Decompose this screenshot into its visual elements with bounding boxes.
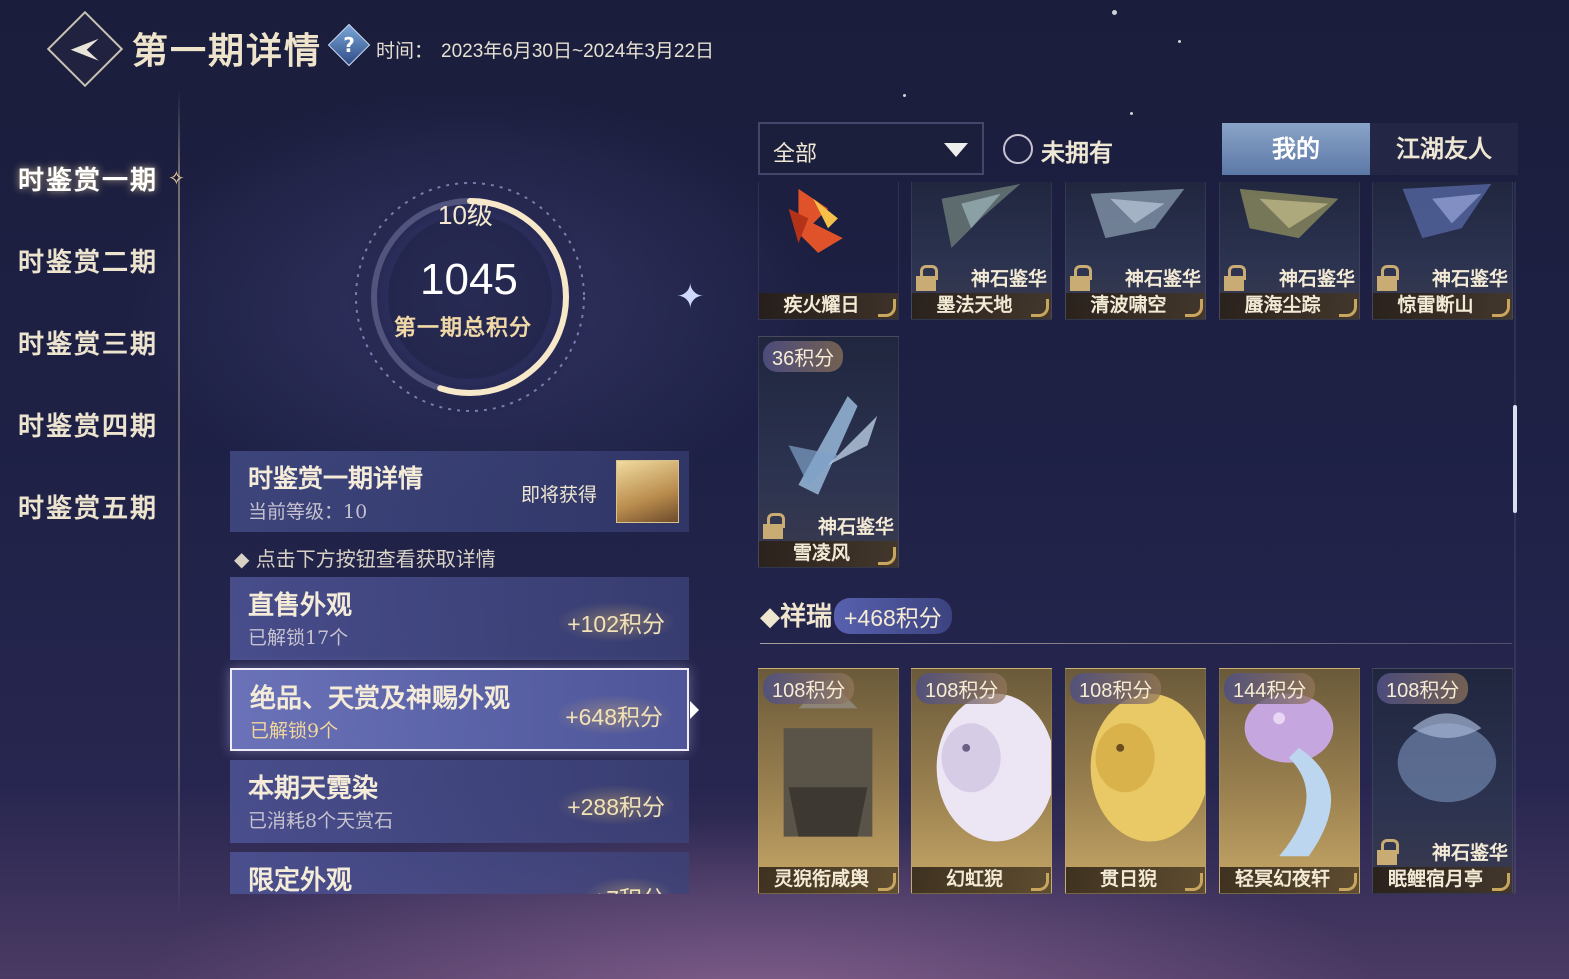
nav-item-period-1[interactable]: 时鉴赏一期 — [18, 160, 158, 197]
card-series: 神石鉴华 — [1124, 268, 1201, 290]
card-name: 疾火耀日 — [783, 294, 860, 316]
collection-card[interactable]: 36积分 神石鉴华 雪凌风 — [758, 336, 899, 568]
collection-card[interactable]: 神石鉴华 墨法天地 — [911, 182, 1052, 320]
collection-card[interactable]: 108积分 灵猊衔咸舆 — [758, 668, 899, 894]
card-name: 惊雷断山 — [1397, 294, 1474, 316]
category-points: +102积分 — [559, 603, 673, 641]
category-premium-appearance[interactable]: 绝品、天赏及神赐外观 已解锁9个 +648积分 — [230, 668, 689, 751]
filter-dropdown[interactable]: 全部 — [758, 122, 984, 175]
category-name: 本期天霓染 — [248, 774, 379, 804]
card-series: 神石鉴华 — [1431, 268, 1508, 290]
card-name: 墨法天地 — [936, 294, 1013, 316]
points-badge: 144积分 — [1224, 673, 1316, 704]
section-points: +468积分 — [834, 598, 952, 634]
star-decoration — [1130, 112, 1133, 115]
collection-card[interactable]: 108积分 幻虹猊 — [911, 668, 1052, 894]
period-detail-panel[interactable]: 时鉴赏一期详情 当前等级：10 即将获得 — [230, 451, 689, 532]
category-dye[interactable]: 本期天霓染 已消耗8个天赏石 +288积分 — [230, 760, 689, 843]
collection-card[interactable]: 神石鉴华 蜃海尘踪 — [1219, 182, 1360, 320]
tab-mine[interactable]: 我的 — [1222, 123, 1370, 175]
card-series: 神石鉴华 — [1278, 268, 1355, 290]
category-sub: 已解锁17个 — [248, 627, 349, 649]
nav-item-period-5[interactable]: 时鉴赏五期 — [18, 488, 158, 525]
nav-item-period-4[interactable]: 时鉴赏四期 — [18, 406, 158, 443]
total-score-label: 第一期总积分 — [394, 315, 533, 341]
time-label: 时间： — [376, 41, 434, 62]
category-direct-sale[interactable]: 直售外观 已解锁17个 +102积分 — [230, 577, 689, 660]
category-name: 限定外观 — [248, 866, 353, 894]
card-name: 眠鲤宿月亭 — [1387, 868, 1483, 890]
card-name: 蜃海尘踪 — [1244, 294, 1321, 316]
card-name: 清波啸空 — [1090, 294, 1167, 316]
collection-card[interactable]: 神石鉴华 惊雷断山 — [1372, 182, 1513, 320]
card-name: 轻冥幻夜轩 — [1234, 868, 1330, 890]
unowned-label[interactable]: 未拥有 — [1041, 133, 1113, 168]
selected-arrow-icon — [690, 701, 699, 719]
category-points: +288积分 — [559, 786, 673, 824]
star-decoration — [1178, 40, 1181, 43]
help-icon[interactable]: ? — [327, 23, 371, 67]
points-badge: 108积分 — [763, 673, 855, 704]
active-marker-icon: ✧ — [168, 166, 185, 190]
card-series: 神石鉴华 — [970, 268, 1047, 290]
detail-title: 时鉴赏一期详情 — [248, 464, 424, 493]
lock-icon — [916, 265, 938, 291]
dropdown-arrow-icon — [944, 143, 968, 157]
points-badge: 36积分 — [763, 341, 844, 372]
points-badge: 108积分 — [1070, 673, 1162, 704]
nav-item-period-3[interactable]: 时鉴赏三期 — [18, 324, 158, 361]
lock-icon — [1224, 265, 1246, 291]
filter-value: 全部 — [773, 142, 818, 167]
section-divider — [760, 643, 1512, 644]
points-badge: 108积分 — [1377, 673, 1469, 704]
level-text: 10级 — [438, 200, 493, 230]
star-decoration — [1112, 10, 1117, 15]
collection-card[interactable]: 108积分 贯日猊 — [1065, 668, 1206, 894]
collection-card[interactable]: 144积分 轻冥幻夜轩 — [1219, 668, 1360, 894]
category-sub: 已解锁9个 — [250, 720, 339, 742]
back-button[interactable] — [46, 10, 124, 88]
category-name: 绝品、天赏及神赐外观 — [250, 684, 511, 714]
category-limited[interactable]: 限定外观 +7积分 — [230, 852, 689, 894]
category-points: +648积分 — [557, 696, 671, 734]
page-title: 第一期详情 — [132, 30, 323, 72]
current-level: 当前等级：10 — [248, 501, 368, 523]
hint-text: ◆ 点击下方按钮查看获取详情 — [234, 547, 496, 571]
collection-grid: 疾火耀日 神石鉴华 墨法天地 神石鉴华 清波啸空 神石鉴华 蜃海尘踪 神石鉴华 … — [758, 182, 1518, 894]
sparkle-icon: ✦ — [676, 277, 705, 317]
lock-icon — [763, 513, 785, 539]
category-points: +7积分 — [584, 878, 673, 894]
back-arrow-icon — [70, 38, 99, 61]
unowned-radio[interactable] — [1003, 134, 1033, 164]
points-badge: 108积分 — [916, 673, 1008, 704]
collection-card[interactable]: 神石鉴华 清波啸空 — [1065, 182, 1206, 320]
upcoming-reward-item-icon[interactable] — [616, 460, 679, 523]
collection-card[interactable]: 108积分 神石鉴华 眠鲤宿月亭 — [1372, 668, 1513, 894]
category-sub: 已消耗8个天赏石 — [248, 810, 394, 832]
lock-icon — [1377, 265, 1399, 291]
card-name: 幻虹猊 — [945, 868, 1003, 890]
card-name: 贯日猊 — [1099, 868, 1157, 890]
weapon-art-icon — [788, 188, 843, 253]
star-decoration — [903, 94, 906, 97]
upcoming-reward-label: 即将获得 — [521, 484, 598, 506]
card-name: 雪凌风 — [792, 542, 850, 564]
time-value: 2023年6月30日~2024年3月22日 — [441, 41, 715, 62]
lock-icon — [1070, 265, 1092, 291]
tab-friends[interactable]: 江湖友人 — [1370, 123, 1518, 175]
card-series: 神石鉴华 — [817, 516, 894, 538]
category-name: 直售外观 — [248, 591, 353, 621]
nav-item-period-2[interactable]: 时鉴赏二期 — [18, 242, 158, 279]
collection-card[interactable]: 疾火耀日 — [758, 182, 899, 320]
card-series: 神石鉴华 — [1431, 842, 1508, 864]
lock-icon — [1377, 839, 1399, 865]
section-title: ◆祥瑞 — [760, 602, 833, 632]
card-name: 灵猊衔咸舆 — [773, 868, 869, 890]
nav-divider — [178, 90, 180, 920]
total-score: 1045 — [420, 255, 518, 304]
